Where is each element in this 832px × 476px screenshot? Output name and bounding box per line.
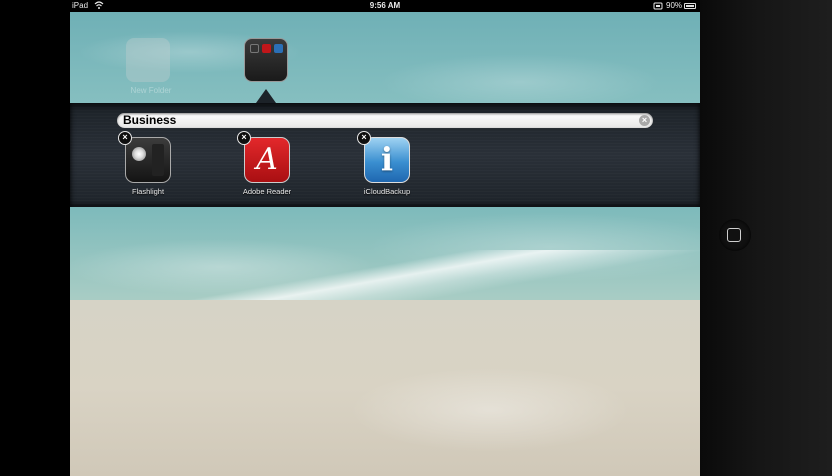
ipad-screen: iPad 9:56 AM 90% New Folder Business × × xyxy=(70,0,700,476)
folder-name-input[interactable]: Business × xyxy=(117,113,653,128)
flashlight-bulb-icon xyxy=(132,147,146,161)
delete-adobe-reader-icon[interactable]: × xyxy=(237,131,251,145)
business-folder-icon[interactable] xyxy=(244,38,288,82)
flashlight-panel xyxy=(152,144,164,176)
wallpaper-sand xyxy=(70,300,700,476)
ghost-folder-icon xyxy=(126,38,170,82)
left-letterbox xyxy=(0,0,70,476)
home-button-square-icon xyxy=(727,228,741,242)
app-label-adobe-reader: Adobe Reader xyxy=(242,187,292,196)
ghost-folder-label: New Folder xyxy=(130,86,172,95)
rotation-lock-icon xyxy=(653,2,663,10)
adobe-logo-icon: A xyxy=(256,142,278,177)
folder-tray: Business × × Flashlight × A Adobe Reader… xyxy=(70,103,700,207)
delete-icloudbackup-icon[interactable]: × xyxy=(357,131,371,145)
mini-flashlight-icon xyxy=(250,44,259,53)
adobe-reader-icon[interactable]: A xyxy=(244,137,290,183)
battery-icon xyxy=(684,3,696,9)
folder-name-value: Business xyxy=(123,113,177,127)
folder-tray-pointer xyxy=(256,89,276,103)
icloudbackup-icon[interactable]: i xyxy=(364,137,410,183)
battery-percentage: 90% xyxy=(666,1,683,10)
app-label-icloudbackup: iCloudBackup xyxy=(363,187,411,196)
status-bar: iPad 9:56 AM 90% xyxy=(70,0,700,12)
delete-flashlight-icon[interactable]: × xyxy=(118,131,132,145)
info-icon: i xyxy=(380,140,394,178)
flashlight-icon[interactable] xyxy=(125,137,171,183)
mini-icloud-icon xyxy=(274,44,283,53)
battery-fill xyxy=(686,5,694,7)
status-clock: 9:56 AM xyxy=(369,1,401,10)
home-button[interactable] xyxy=(719,219,751,251)
app-label-flashlight: Flashlight xyxy=(131,187,165,196)
mini-adobe-icon xyxy=(262,44,271,53)
clear-text-icon[interactable]: × xyxy=(639,115,650,126)
